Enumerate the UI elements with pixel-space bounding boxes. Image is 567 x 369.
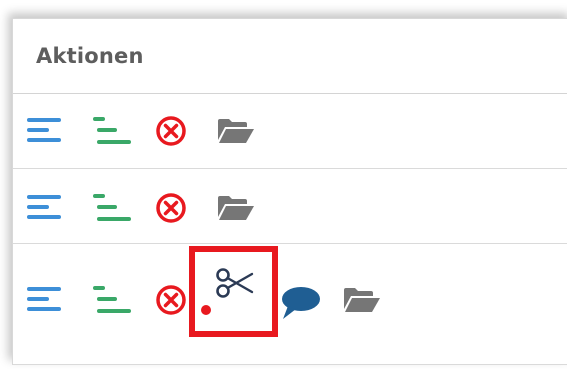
- align-indent-icon[interactable]: [93, 116, 133, 146]
- comment-icon[interactable]: [279, 286, 321, 320]
- table-row: [13, 169, 567, 244]
- align-left-icon[interactable]: [27, 193, 63, 221]
- cancel-icon[interactable]: [155, 115, 187, 147]
- cancel-icon[interactable]: [155, 192, 187, 224]
- folder-open-icon[interactable]: [217, 195, 255, 221]
- actions-panel: Aktionen: [12, 18, 567, 365]
- folder-open-icon[interactable]: [217, 118, 255, 144]
- folder-open-icon[interactable]: [343, 287, 381, 313]
- align-indent-icon[interactable]: [93, 193, 133, 223]
- table-row: [13, 94, 567, 169]
- align-left-icon[interactable]: [27, 285, 63, 313]
- scissors-icon[interactable]: [215, 266, 255, 300]
- align-left-icon[interactable]: [27, 116, 63, 144]
- cancel-icon[interactable]: [155, 284, 187, 316]
- table-row: [13, 244, 567, 365]
- column-header-label: Aktionen: [36, 44, 144, 68]
- column-header: Aktionen: [13, 19, 567, 94]
- align-indent-icon[interactable]: [93, 285, 133, 315]
